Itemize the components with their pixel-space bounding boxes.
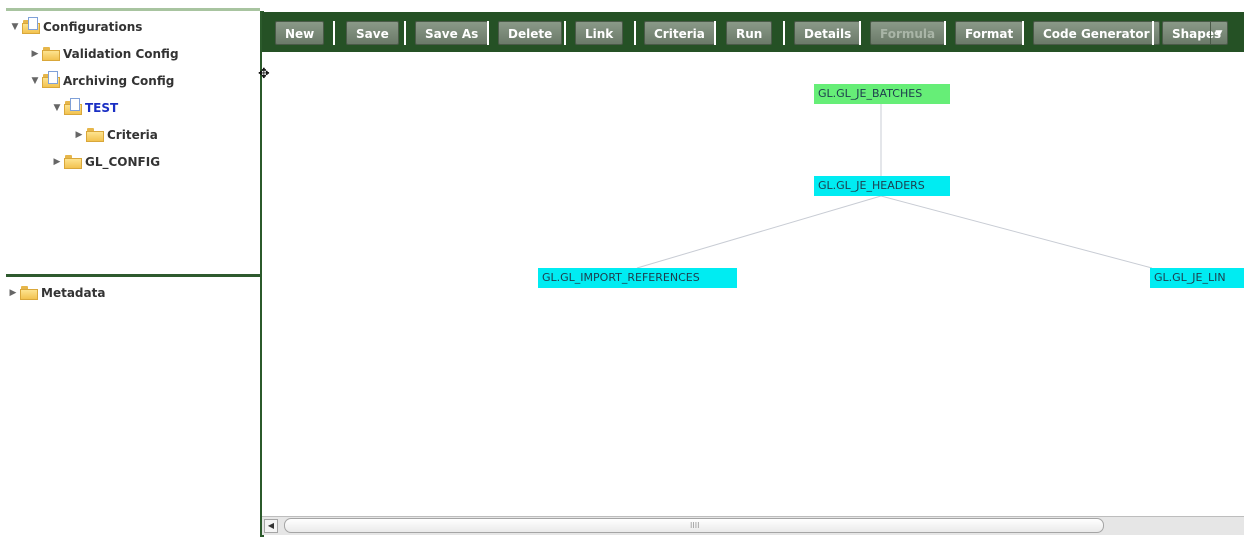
- folder-icon: [64, 155, 82, 169]
- expand-arrow-icon[interactable]: ▶: [52, 157, 62, 167]
- tree-item-label: Configurations: [43, 20, 143, 34]
- expand-arrow-icon[interactable]: ▼: [30, 76, 40, 86]
- criteria-button[interactable]: Criteria: [644, 21, 715, 45]
- tree-item-criteria[interactable]: ▶ Criteria: [74, 124, 158, 146]
- shapes-dropdown[interactable]: Shapes ▼: [1162, 21, 1228, 45]
- link-button[interactable]: Link: [575, 21, 624, 45]
- folder-icon: [20, 286, 38, 300]
- tree-item-label: Criteria: [107, 128, 158, 142]
- diagram-node-gl-import-references[interactable]: GL.GL_IMPORT_REFERENCES: [538, 268, 737, 288]
- diagram-edges: [636, 104, 1153, 269]
- tree-item-label: TEST: [85, 101, 119, 115]
- toolbar-separator: [783, 21, 785, 45]
- tree-item-test[interactable]: ▼ TEST: [52, 97, 118, 119]
- configuration-tree: ▼ Configurations ▶ Validation Config ▼ A…: [6, 11, 260, 274]
- tree-item-validation-config[interactable]: ▶ Validation Config: [30, 43, 179, 65]
- folder-icon: [86, 128, 104, 142]
- expand-arrow-icon[interactable]: ▼: [52, 103, 62, 113]
- toolbar-separator: [487, 21, 489, 45]
- toolbar-separator: [714, 21, 716, 45]
- resize-cursor-icon: ✥: [258, 66, 270, 82]
- toolbar: New Save Save As Delete Link Criteria Ru…: [262, 12, 1244, 52]
- delete-button[interactable]: Delete: [498, 21, 563, 45]
- diagram-canvas[interactable]: GL.GL_JE_BATCHES GL.GL_JE_HEADERS GL.GL_…: [262, 52, 1244, 518]
- diagram-node-gl-je-batches[interactable]: GL.GL_JE_BATCHES: [814, 84, 950, 104]
- tree-item-gl-config[interactable]: ▶ GL_CONFIG: [52, 151, 160, 173]
- tree-item-metadata[interactable]: ▶ Metadata: [8, 282, 105, 304]
- edge-headers-import: [636, 195, 882, 269]
- diagram-node-gl-je-lines[interactable]: GL.GL_JE_LIN: [1150, 268, 1244, 288]
- expand-arrow-icon[interactable]: ▶: [8, 288, 18, 298]
- tree-item-label: Archiving Config: [63, 74, 175, 88]
- formula-button[interactable]: Formula: [870, 21, 946, 45]
- expand-arrow-icon[interactable]: ▼: [10, 22, 20, 32]
- toolbar-separator: [634, 21, 636, 45]
- expand-arrow-icon[interactable]: ▶: [30, 49, 40, 59]
- edge-headers-lines: [880, 195, 1153, 269]
- document-folder-icon: [22, 17, 40, 34]
- code-generator-button[interactable]: Code Generator: [1033, 21, 1160, 45]
- tree-item-label: Metadata: [41, 286, 106, 300]
- folder-icon: [42, 47, 60, 61]
- tree-item-label: Validation Config: [63, 47, 179, 61]
- toolbar-separator: [944, 21, 946, 45]
- toolbar-separator: [1022, 21, 1024, 45]
- chevron-down-icon[interactable]: ▼: [1210, 22, 1227, 44]
- new-button[interactable]: New: [275, 21, 325, 45]
- run-button[interactable]: Run: [726, 21, 773, 45]
- toolbar-separator: [859, 21, 861, 45]
- toolbar-separator: [1152, 21, 1154, 45]
- save-button[interactable]: Save: [346, 21, 399, 45]
- tree-item-archiving-config[interactable]: ▼ Archiving Config: [30, 70, 174, 92]
- metadata-tree: ▶ Metadata: [6, 277, 260, 537]
- tree-item-label: GL_CONFIG: [85, 155, 161, 169]
- scrollbar-thumb[interactable]: IIII: [284, 518, 1104, 533]
- toolbar-separator: [564, 21, 566, 45]
- toolbar-separator: [404, 21, 406, 45]
- horizontal-scrollbar[interactable]: ◀ IIII: [262, 516, 1244, 535]
- document-folder-icon: [42, 71, 60, 88]
- diagram-node-gl-je-headers[interactable]: GL.GL_JE_HEADERS: [814, 176, 950, 196]
- document-folder-icon: [64, 98, 82, 115]
- expand-arrow-icon[interactable]: ▶: [74, 130, 84, 140]
- scrollbar-grip: IIII: [690, 521, 700, 530]
- details-button[interactable]: Details: [794, 21, 862, 45]
- toolbar-separator: [333, 21, 335, 45]
- save-as-button[interactable]: Save As: [415, 21, 489, 45]
- format-button[interactable]: Format: [955, 21, 1024, 45]
- navigation-panel: ▼ Configurations ▶ Validation Config ▼ A…: [6, 8, 264, 537]
- scroll-left-arrow-icon[interactable]: ◀: [264, 519, 278, 533]
- tree-item-configurations[interactable]: ▼ Configurations: [10, 16, 142, 38]
